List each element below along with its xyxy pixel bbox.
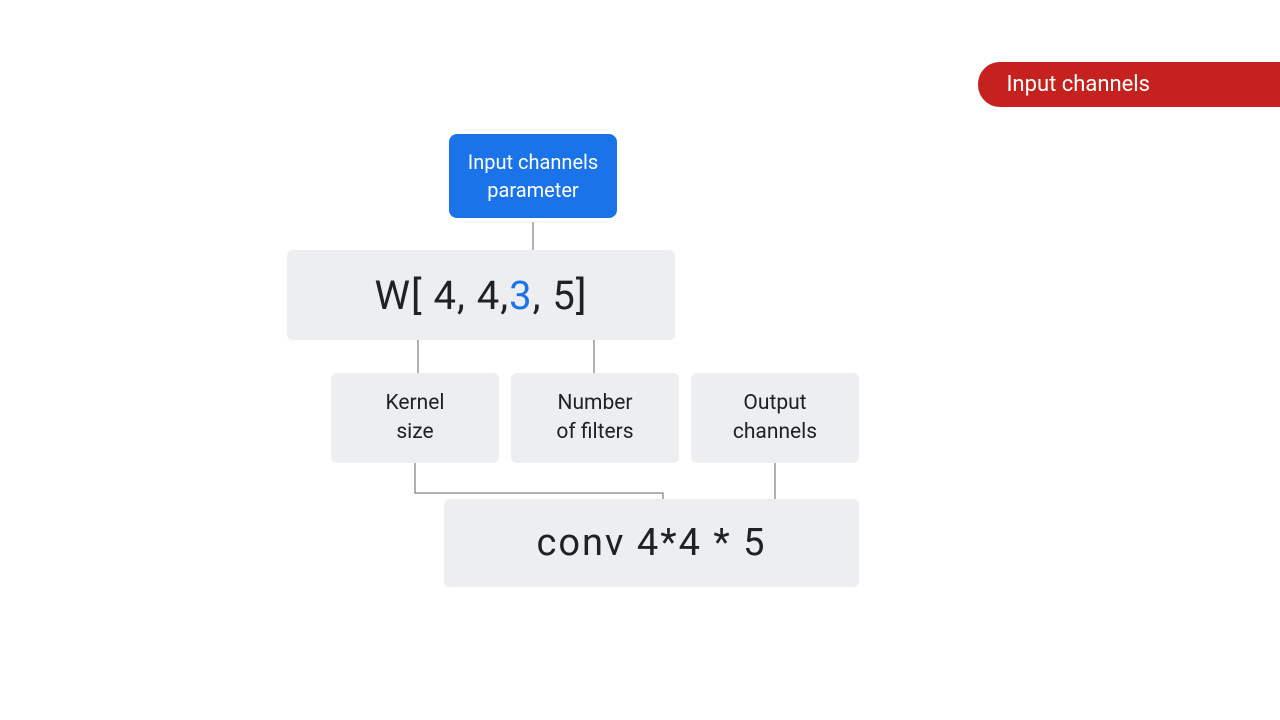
output-line2: channels [733,420,817,444]
input-channels-parameter-label: Input channels parameter [449,134,617,218]
code-highlight: 3 [509,272,532,319]
title-badge: Input channels [978,62,1280,107]
code-prefix: W[ 4, 4, [374,272,509,319]
connector-lines [0,0,1280,720]
blue-badge-line2: parameter [487,178,578,202]
kernel-line1: Kernel [385,391,444,415]
filters-line2: of filters [556,420,633,444]
filters-line1: Number [557,391,632,415]
output-channels-label: Output channels [691,373,859,463]
kernel-line2: size [396,420,433,444]
kernel-size-label: Kernel size [331,373,499,463]
weight-shape-code: W[ 4, 4, 3, 5] [287,250,675,340]
blue-badge-line1: Input channels [468,150,599,174]
output-line1: Output [743,391,806,415]
code-suffix: , 5] [533,272,588,319]
number-of-filters-label: Number of filters [511,373,679,463]
conv-expression: conv 4*4 * 5 [444,499,859,587]
